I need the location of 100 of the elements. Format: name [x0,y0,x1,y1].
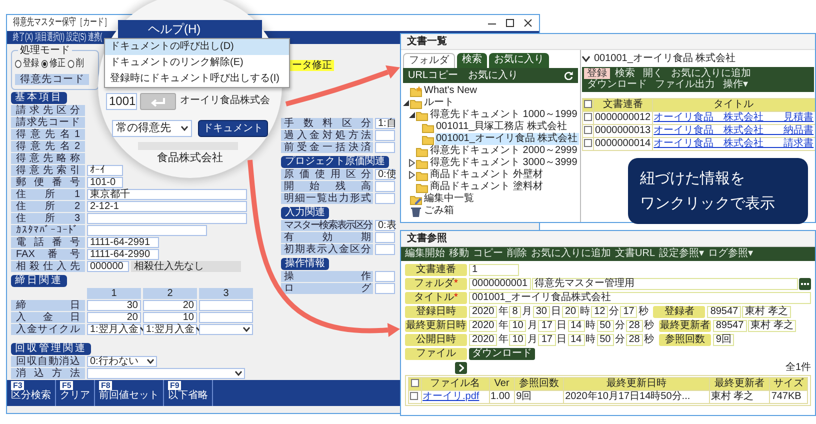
function-key-button[interactable]: F5 クリア [56,380,95,406]
document-link[interactable]: オーイリ食品 株式会社 請求書 [654,138,814,149]
input-field[interactable]: 28 [626,334,643,346]
input-field[interactable]: 1111-64-2991 [87,236,159,248]
input-field[interactable]: 1111-64-2990 [87,248,159,260]
toolbar-button[interactable]: ログ参照▾ [708,248,754,260]
radio-button[interactable] [41,60,48,68]
checkbox[interactable] [584,113,592,122]
toolbar-button[interactable]: URLコピー [408,70,458,81]
input-field[interactable]: ｵｰｲ [87,164,123,176]
download-button[interactable]: ダウンロード [469,348,535,360]
toolbar-button[interactable]: 削除 [507,248,527,260]
menu-item[interactable]: 項目選択(I) [34,31,64,44]
input-field[interactable]: 30 [532,306,550,318]
radio-button[interactable] [15,60,22,68]
input-field[interactable]: 2020 [469,306,498,318]
radio-button[interactable] [68,60,74,68]
tree-item[interactable]: 商品ドキュメント 塗料材 [429,181,544,193]
input-field[interactable]: 17 [620,306,638,318]
document-button[interactable]: ドキュメント [198,120,268,137]
tree-item[interactable]: 得意先ドキュメント 1000～1999 [429,109,578,121]
input-field[interactable] [87,224,207,236]
input-field[interactable] [87,212,247,224]
input-field[interactable]: 28 [626,320,643,332]
function-key-button[interactable]: F8 前回値セット [95,380,164,406]
menu-item[interactable]: 設定(S) [66,31,86,44]
input-field[interactable]: 東村 孝之 [742,306,791,318]
input-field[interactable]: 1 [469,264,519,276]
toolbar-button[interactable]: 設定参照▾ [659,248,704,260]
input-field[interactable]: 9回 [712,334,734,346]
expander-icon[interactable] [409,112,415,118]
input-field[interactable]: 2020 [469,320,498,332]
input-field[interactable]: 東村 孝之 [748,320,796,332]
checkbox[interactable] [410,392,418,400]
input-field[interactable] [375,193,395,204]
input-field[interactable] [375,283,395,294]
input-field[interactable]: 0:表 [375,220,395,231]
input-field[interactable]: 000000 [87,260,129,272]
toolbar-button[interactable]: 登録 [584,68,610,79]
input-field[interactable] [199,300,253,310]
input-field[interactable]: 20 [562,306,580,318]
toolbar-button[interactable]: 文書URL [615,248,656,260]
input-field[interactable]: 89547 [712,320,747,332]
enter-button[interactable] [140,93,176,110]
input-field[interactable]: 1:自 [375,118,395,129]
input-field[interactable]: 8 [509,306,521,318]
expand-button[interactable] [455,362,467,374]
tree-item[interactable]: 001011_貝塚工務店 株式会社 [435,121,568,133]
tree-item[interactable]: 得意先ドキュメント 3000～3999 [429,157,578,169]
input-field[interactable] [375,232,395,243]
menu-item[interactable]: ドキュメントの呼び出し(D) [105,39,289,55]
tree-item[interactable]: ルート [423,97,455,109]
menu-item[interactable]: ドキュメントのリンク解除(E) [105,55,289,71]
input-field[interactable]: 0:使 [375,169,395,180]
tree-item[interactable]: 編集中一覧 [423,193,475,205]
radio-option[interactable]: 修正 [41,58,66,70]
input-field[interactable]: 001001_オーイリ食品株式会社 [469,292,811,304]
input-field[interactable] [375,181,395,192]
input-field[interactable]: 10 [509,334,526,346]
menu-item[interactable]: 終了(X) [13,31,33,44]
input-field[interactable]: 89547 [707,306,742,318]
menu-item[interactable]: 登録時にドキュメント呼び出しする(I) [105,71,289,87]
input-field[interactable] [199,312,253,322]
input-field[interactable]: 20 [87,312,141,322]
toolbar-button[interactable]: コピー [473,248,503,260]
input-field[interactable]: 1001 [106,93,137,110]
menu-item[interactable]: 連携( [88,31,102,44]
tree-item[interactable]: ごみ箱 [423,205,455,217]
input-field[interactable]: 50 [596,320,614,332]
toolbar-button[interactable]: 編集開始 [405,248,445,260]
expander-icon[interactable] [403,100,409,106]
input-field[interactable]: 14 [568,334,585,346]
input-field[interactable]: 10 [509,320,526,332]
dropdown[interactable] [199,324,253,334]
input-field[interactable] [375,271,395,282]
checkbox[interactable] [584,126,592,134]
dropdown[interactable]: 1:翌月入金 [87,324,141,334]
input-field[interactable]: 2-12-1 [87,200,247,212]
menu-title[interactable]: ヘルプ(H) [148,22,201,36]
browse-button[interactable] [799,278,811,290]
toolbar-button[interactable]: 操作▾ [720,79,752,90]
input-field[interactable]: 12 [591,306,608,318]
toolbar-button[interactable]: お気に入りに追加 [668,68,754,79]
input-field[interactable]: 30 [87,300,141,310]
radio-option[interactable]: 登録 [15,58,39,70]
tree-item[interactable]: What's New [423,85,478,97]
function-key-button[interactable]: F3 区分検索 [7,380,56,406]
dropdown[interactable]: 0:行わない [87,356,157,366]
input-field[interactable]: 50 [596,334,614,346]
function-key-button[interactable]: F9 以下省略 [164,380,213,406]
input-field[interactable] [375,142,395,153]
dropdown[interactable]: 1:翌月入金 [143,324,197,334]
input-field[interactable]: 10 [143,312,197,322]
checkbox[interactable] [584,100,592,108]
document-link[interactable]: オーイリ食品 株式会社 見積書 [654,112,814,123]
toolbar-button[interactable]: 検索 [612,68,638,79]
input-field[interactable]: 14 [568,320,585,332]
input-field[interactable]: 得意先マスター管理用 [532,278,798,290]
toolbar-button[interactable]: 開く [640,68,666,79]
tab[interactable]: お気に入り [489,53,549,68]
